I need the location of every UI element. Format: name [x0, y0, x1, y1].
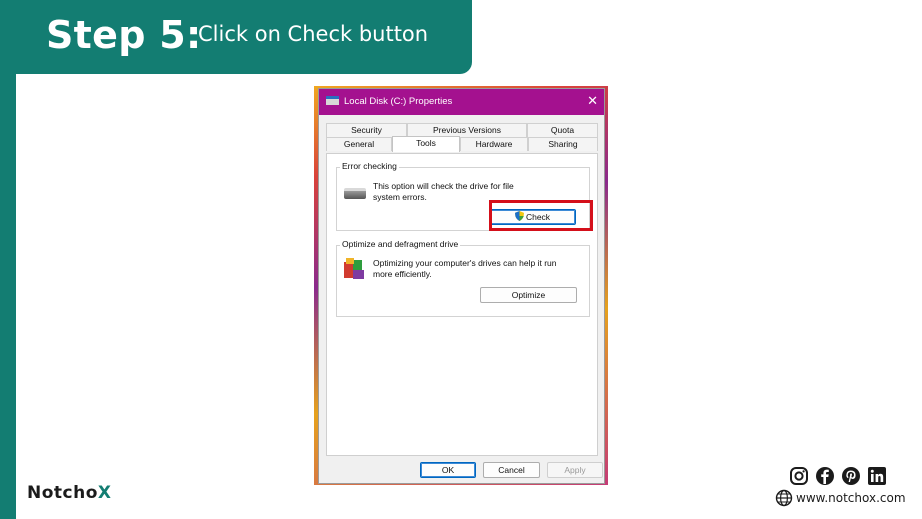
facebook-icon[interactable]	[815, 466, 835, 486]
logo-text: Notcho	[27, 483, 98, 503]
step-instruction: Click on Check button	[198, 22, 429, 46]
defrag-icon	[344, 258, 364, 279]
optimize-description-line1: Optimizing your computer's drives can he…	[373, 258, 557, 268]
drive-title-icon	[326, 96, 339, 105]
properties-dialog: Local Disk (C:) Properties ✕ Security Pr…	[318, 88, 605, 484]
tab-quota[interactable]: Quota	[527, 123, 598, 137]
instagram-icon[interactable]	[789, 466, 809, 486]
notchox-logo: NotchoX	[27, 482, 112, 504]
optimize-button[interactable]: Optimize	[480, 287, 577, 303]
tools-tab-panel: Error checking This option will check th…	[326, 153, 598, 456]
tab-tools[interactable]: Tools	[392, 136, 460, 152]
screenshot-frame: Local Disk (C:) Properties ✕ Security Pr…	[314, 86, 608, 485]
dialog-title: Local Disk (C:) Properties	[344, 96, 453, 107]
step-label: Step 5:	[46, 13, 202, 57]
error-checking-description-line1: This option will check the drive for fil…	[373, 181, 514, 191]
tab-sharing[interactable]: Sharing	[528, 137, 598, 151]
dialog-titlebar[interactable]: Local Disk (C:) Properties ✕	[319, 89, 604, 115]
pinterest-icon[interactable]	[841, 466, 861, 486]
globe-icon	[775, 489, 793, 507]
linkedin-icon[interactable]	[867, 466, 887, 486]
tab-hardware[interactable]: Hardware	[460, 137, 528, 151]
check-button-highlight	[489, 200, 593, 231]
website-link[interactable]: www.notchox.com	[796, 491, 906, 505]
error-checking-description-line2: system errors.	[373, 192, 427, 202]
hard-drive-icon	[344, 188, 366, 199]
apply-button[interactable]: Apply	[547, 462, 603, 478]
left-accent-bar	[0, 0, 16, 519]
optimize-description-line2: more efficiently.	[373, 269, 432, 279]
cancel-button[interactable]: Cancel	[483, 462, 540, 478]
step-header-banner: Step 5: Click on Check button	[0, 0, 472, 74]
tab-general[interactable]: General	[326, 137, 392, 151]
error-checking-title: Error checking	[340, 161, 399, 172]
ok-button[interactable]: OK	[420, 462, 476, 478]
close-icon[interactable]: ✕	[587, 94, 598, 108]
optimize-title: Optimize and defragment drive	[340, 239, 461, 250]
tab-security[interactable]: Security	[326, 123, 407, 137]
tab-previous-versions[interactable]: Previous Versions	[407, 123, 527, 137]
optimize-group	[336, 245, 590, 317]
logo-x: X	[97, 483, 112, 503]
